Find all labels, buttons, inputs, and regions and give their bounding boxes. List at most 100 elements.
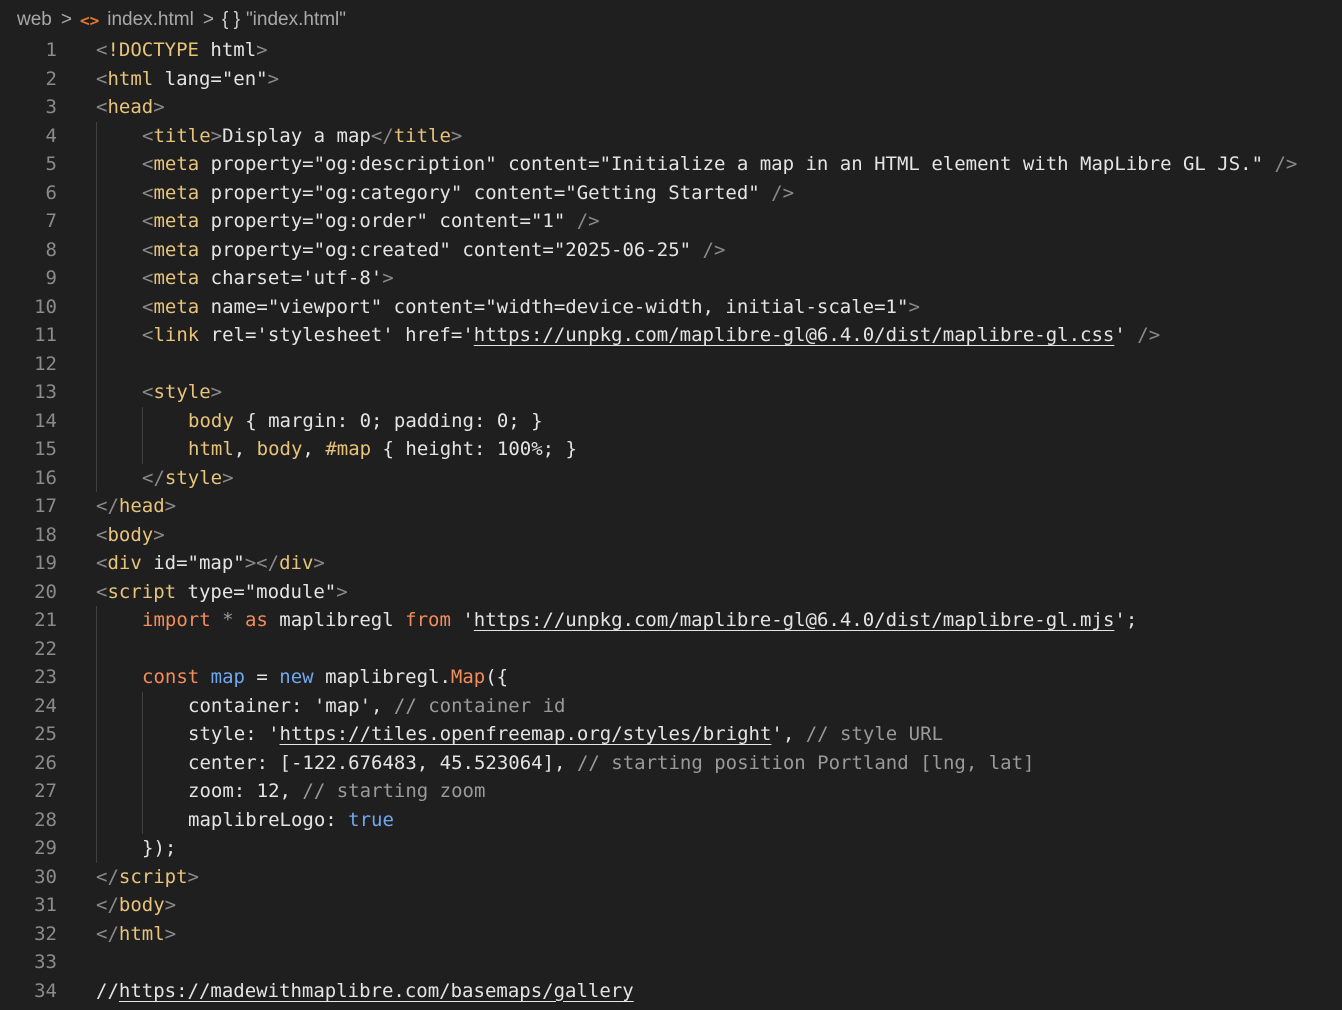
line-number: 34 <box>34 979 57 1002</box>
code-token: property="og:order" content="1" <box>199 210 577 232</box>
line-number: 12 <box>34 352 57 375</box>
code-line[interactable]: 6 <meta property="og:category" content="G… <box>0 178 1342 207</box>
code-text: <style> <box>142 378 222 407</box>
code-line[interactable]: 8 <meta property="og:created" content="20… <box>0 235 1342 265</box>
indent-guide <box>96 634 97 663</box>
line-number: 3 <box>45 96 57 118</box>
code-editor[interactable]: 1 <!DOCTYPE html> 2 <html lang="en"> 3 <head>… <box>0 36 1342 1005</box>
code-token: property="og:category" content="Getting … <box>199 181 772 204</box>
line-number: 24 <box>34 694 57 717</box>
code-token: /> <box>1137 324 1161 346</box>
code-line[interactable]: 24 container: 'map', // container id <box>0 691 1342 720</box>
indent-guide <box>142 748 143 777</box>
code-token: < <box>96 523 108 546</box>
code-line[interactable]: 26 center: [-122.676483, 45.523064], // s… <box>0 748 1342 777</box>
indent-guide <box>96 150 97 179</box>
code-line[interactable]: 20 <script type="module"> <box>0 578 1342 607</box>
code-text: <meta charset='utf-8'> <box>142 264 394 293</box>
code-line[interactable]: 12 <box>0 349 1342 378</box>
code-line[interactable]: 18 <body> <box>0 521 1342 550</box>
code-line[interactable]: 17 </head> <box>0 492 1342 521</box>
code-text: <meta property="og:created" content="202… <box>142 236 725 265</box>
line-number: 22 <box>34 637 57 660</box>
code-line[interactable]: 31 </body> <box>0 891 1342 920</box>
code-token: ({ <box>485 666 509 688</box>
breadcrumb-file[interactable]: index.html <box>107 9 194 31</box>
indent-guide <box>142 805 143 834</box>
code-token: new <box>279 666 314 688</box>
code-token: { margin: 0; padding: 0; } <box>233 409 543 432</box>
code-line[interactable]: 2 <html lang="en"> <box>0 65 1342 94</box>
code-line[interactable]: 28 maplibreLogo: true <box>0 805 1342 834</box>
code-token: > <box>222 466 234 489</box>
code-link[interactable]: https://madewithmaplibre.com/basemaps/ga… <box>119 980 634 1002</box>
code-link[interactable]: https://unpkg.com/maplibre-gl@6.4.0/dist… <box>474 609 1115 631</box>
code-text: <script type="module"> <box>96 578 348 607</box>
code-line[interactable]: 27 zoom: 12, // starting zoom <box>0 777 1342 806</box>
indent-guide <box>96 321 97 350</box>
code-token: maplibregl. <box>313 666 451 688</box>
code-token: < <box>142 124 154 147</box>
code-line[interactable]: 15 html, body, #map { height: 100%; } <box>0 435 1342 464</box>
code-line[interactable]: 34 //https://madewithmaplibre.com/basemap… <box>0 977 1342 1006</box>
code-line[interactable]: 30 </script> <box>0 863 1342 892</box>
indent-guide <box>142 435 143 464</box>
line-number: 9 <box>45 267 57 289</box>
code-token: /> <box>771 181 795 204</box>
code-link[interactable]: https://tiles.openfreemap.org/styles/bri… <box>280 723 772 745</box>
code-line[interactable]: 32 </html> <box>0 920 1342 949</box>
code-token: /> <box>576 210 600 232</box>
code-line[interactable]: 25 style: 'https://tiles.openfreemap.org/… <box>0 720 1342 749</box>
code-token: > <box>267 67 280 90</box>
code-line[interactable]: 22 <box>0 634 1342 663</box>
code-token: meta <box>153 153 200 175</box>
code-token: script <box>118 865 188 888</box>
line-number: 17 <box>34 495 57 517</box>
code-token: property="og:created" content="2025-06-2… <box>199 238 703 261</box>
line-number: 5 <box>45 153 57 175</box>
line-number: 16 <box>34 466 57 489</box>
code-line[interactable]: 23 const map = new maplibregl.Map({ <box>0 663 1342 692</box>
code-line[interactable]: 1 <!DOCTYPE html> <box>0 36 1342 65</box>
code-line[interactable]: 16 </style> <box>0 463 1342 492</box>
code-token: meta <box>153 295 200 318</box>
code-token: html <box>118 922 165 945</box>
code-line[interactable]: 11 <link rel='stylesheet' href='https://u… <box>0 321 1342 350</box>
code-token: /> <box>702 238 726 261</box>
code-token: > <box>153 523 165 546</box>
indent-guide <box>96 178 97 207</box>
code-line[interactable]: 19 <div id="map"></div> <box>0 549 1342 578</box>
line-number: 28 <box>34 808 57 831</box>
code-line[interactable]: 7 <meta property="og:order" content="1" /… <box>0 207 1342 236</box>
code-line[interactable]: 9 <meta charset='utf-8'> <box>0 264 1342 293</box>
code-line[interactable]: 33 <box>0 948 1342 977</box>
breadcrumb-folder[interactable]: web <box>17 9 52 31</box>
code-line[interactable]: 14 body { margin: 0; padding: 0; } <box>0 406 1342 435</box>
code-token: charset='utf-8' <box>199 267 383 289</box>
line-number: 30 <box>34 865 57 888</box>
code-token: </ <box>96 865 119 888</box>
breadcrumb-symbol[interactable]: "index.html" <box>246 9 346 31</box>
code-line[interactable]: 4 <title>Display a map</title> <box>0 121 1342 150</box>
indent-guide <box>142 777 143 806</box>
code-line[interactable]: 3 <head> <box>0 93 1342 122</box>
code-token: import <box>142 609 211 631</box>
code-link[interactable]: https://unpkg.com/maplibre-gl@6.4.0/dist… <box>474 324 1115 346</box>
code-line[interactable]: 10 <meta name="viewport" content="width=d… <box>0 292 1342 321</box>
code-token: meta <box>153 238 200 261</box>
code-line[interactable]: 5 <meta property="og:description" content… <box>0 150 1342 179</box>
code-token: from <box>405 609 451 631</box>
code-line[interactable]: 29}); <box>0 834 1342 863</box>
code-token: , <box>302 438 326 460</box>
indent-guide <box>96 378 97 407</box>
code-line[interactable]: 13 <style> <box>0 378 1342 407</box>
code-text: <head> <box>96 93 165 122</box>
line-number: 1 <box>45 39 57 61</box>
code-line[interactable]: 21 import * as maplibregl from 'https://u… <box>0 606 1342 635</box>
code-token: < <box>96 96 108 118</box>
code-token: name="viewport" content="width=device-wi… <box>199 295 909 318</box>
code-token: </ <box>142 466 165 489</box>
code-token: < <box>142 238 154 261</box>
code-text: <body> <box>96 521 165 550</box>
chevron-right-icon: > <box>202 9 214 30</box>
